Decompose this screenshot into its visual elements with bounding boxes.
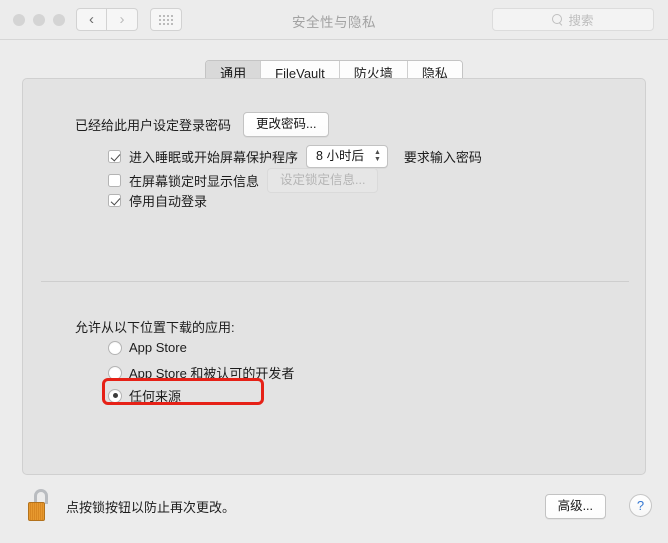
radio-anywhere-label: 任何来源: [129, 389, 182, 404]
download-section-label: 允许从以下位置下载的应用:: [75, 320, 235, 335]
password-status-label: 已经给此用户设定登录密码: [75, 118, 232, 133]
unlocked-padlock-icon[interactable]: [28, 489, 54, 521]
require-password-row: 进入睡眠或开始屏幕保护程序 8 小时后 ▲ ▼ 要求输入密码: [108, 145, 482, 168]
padlock-body: [28, 502, 45, 521]
disable-auto-login-checkbox[interactable]: [108, 194, 121, 207]
radio-app-store[interactable]: App Store: [108, 340, 187, 355]
radio-app-store-identified[interactable]: App Store 和被认可的开发者: [108, 363, 294, 382]
change-password-button[interactable]: 更改密码...: [243, 112, 330, 137]
advanced-button[interactable]: 高级...: [544, 494, 606, 519]
show-lock-message-checkbox[interactable]: [108, 174, 121, 187]
help-button[interactable]: ?: [629, 494, 652, 517]
lock-message-row: 在屏幕锁定时显示信息 设定锁定信息...: [108, 168, 379, 193]
password-delay-value: 8 小时后: [316, 149, 364, 163]
require-password-suffix: 要求输入密码: [403, 150, 482, 165]
radio-app-store-label: App Store: [129, 340, 187, 355]
password-delay-popup[interactable]: 8 小时后 ▲ ▼: [306, 145, 388, 168]
window-titlebar: ‹ › 安全性与隐私 搜索: [0, 0, 668, 40]
show-lock-message-label: 在屏幕锁定时显示信息: [129, 174, 260, 189]
radio-anywhere-indicator[interactable]: [108, 388, 122, 403]
require-password-checkbox[interactable]: [108, 150, 121, 163]
require-password-label: 进入睡眠或开始屏幕保护程序: [129, 150, 299, 165]
radio-app-store-identified-label: App Store 和被认可的开发者: [129, 366, 295, 381]
stepper-icon: ▲ ▼: [373, 149, 381, 163]
radio-app-store-identified-indicator[interactable]: [108, 365, 122, 380]
set-lock-message-button[interactable]: 设定锁定信息...: [267, 168, 379, 193]
search-field[interactable]: 搜索: [492, 8, 654, 31]
disable-auto-login-row: 停用自动登录: [108, 191, 207, 210]
radio-app-store-indicator[interactable]: [108, 340, 122, 355]
search-input[interactable]: 搜索: [568, 10, 593, 29]
password-status-row: 已经给此用户设定登录密码 更改密码...: [75, 112, 330, 137]
general-pane: 已经给此用户设定登录密码 更改密码... 进入睡眠或开始屏幕保护程序 8 小时后…: [22, 78, 646, 475]
search-icon: [552, 14, 563, 25]
section-divider: [41, 281, 629, 282]
radio-anywhere[interactable]: 任何来源: [108, 386, 181, 405]
bottom-bar: 点按锁按钮以防止再次更改。 高级... ?: [0, 483, 668, 543]
lock-message-text: 点按锁按钮以防止再次更改。: [66, 500, 236, 515]
disable-auto-login-label: 停用自动登录: [129, 194, 208, 209]
security-privacy-window: ‹ › 安全性与隐私 搜索 通用 FileVault 防火墙 隐私 已经给此用户…: [0, 0, 668, 543]
